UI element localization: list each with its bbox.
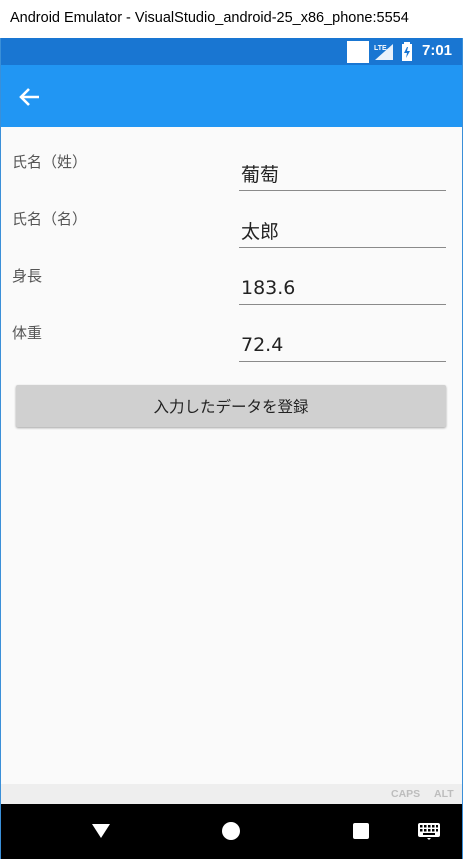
alt-indicator: ALT bbox=[434, 788, 454, 800]
status-time: 7:01 bbox=[422, 42, 453, 59]
height-label: 身長 bbox=[12, 267, 43, 285]
form-content: 氏名（姓） 氏名（名） 身長 体重 入力したデータを登録 bbox=[1, 127, 462, 784]
android-status-bar: LTE 7:01 bbox=[1, 38, 462, 65]
caps-indicator: CAPS bbox=[391, 788, 421, 800]
first-name-label: 氏名（名） bbox=[12, 210, 88, 228]
last-name-field[interactable] bbox=[239, 157, 446, 191]
app-toolbar bbox=[1, 65, 462, 127]
nav-home-circle-icon[interactable] bbox=[221, 821, 241, 841]
window-title: Android Emulator - VisualStudio_android-… bbox=[10, 10, 409, 26]
keyboard-icon[interactable] bbox=[417, 822, 441, 840]
nav-recents-square-icon[interactable] bbox=[352, 822, 370, 840]
android-navigation-bar bbox=[1, 804, 462, 859]
last-name-label: 氏名（姓） bbox=[12, 153, 88, 171]
lte-label: LTE bbox=[374, 45, 387, 52]
keyboard-indicator-strip: CAPS ALT bbox=[1, 784, 462, 804]
nav-back-triangle-icon[interactable] bbox=[91, 823, 111, 839]
notification-placeholder bbox=[347, 41, 369, 63]
lte-signal-icon: LTE bbox=[374, 44, 393, 60]
weight-label: 体重 bbox=[12, 324, 43, 342]
register-data-button[interactable]: 入力したデータを登録 bbox=[16, 385, 446, 427]
window-title-bar: Android Emulator - VisualStudio_android-… bbox=[0, 0, 463, 38]
battery-icon bbox=[402, 42, 412, 61]
back-button[interactable] bbox=[15, 82, 45, 112]
arrow-back-icon bbox=[19, 88, 39, 106]
weight-field[interactable] bbox=[239, 328, 446, 362]
height-field[interactable] bbox=[239, 271, 446, 305]
first-name-field[interactable] bbox=[239, 214, 446, 248]
